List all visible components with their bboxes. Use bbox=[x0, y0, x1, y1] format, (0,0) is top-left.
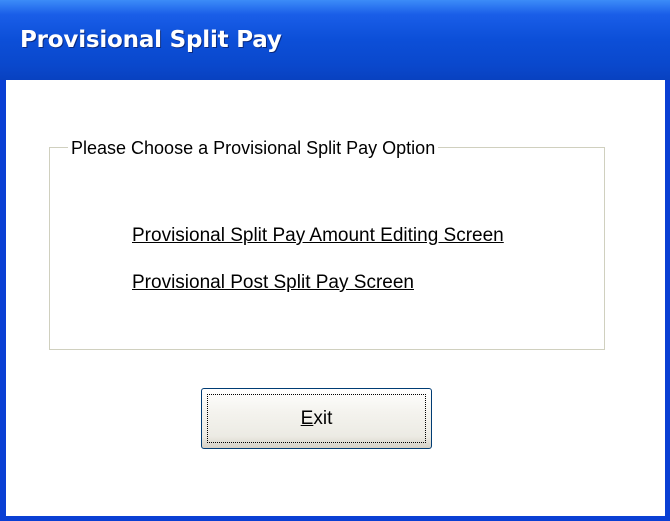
exit-label-rest: xit bbox=[313, 407, 333, 429]
exit-button-label: Exit bbox=[301, 408, 333, 430]
groupbox-legend: Please Choose a Provisional Split Pay Op… bbox=[68, 138, 439, 158]
dialog-window: Provisional Split Pay Please Choose a Pr… bbox=[0, 0, 670, 521]
dialog-client-area: Please Choose a Provisional Split Pay Op… bbox=[6, 80, 665, 516]
exit-mnemonic: E bbox=[300, 407, 314, 429]
title-bar[interactable]: Provisional Split Pay bbox=[0, 0, 670, 80]
post-split-pay-screen-link[interactable]: Provisional Post Split Pay Screen bbox=[132, 272, 414, 294]
amount-editing-screen-link[interactable]: Provisional Split Pay Amount Editing Scr… bbox=[132, 225, 504, 247]
window-title: Provisional Split Pay bbox=[20, 27, 282, 53]
exit-button[interactable]: Exit bbox=[201, 388, 432, 449]
split-pay-option-groupbox bbox=[49, 147, 605, 350]
